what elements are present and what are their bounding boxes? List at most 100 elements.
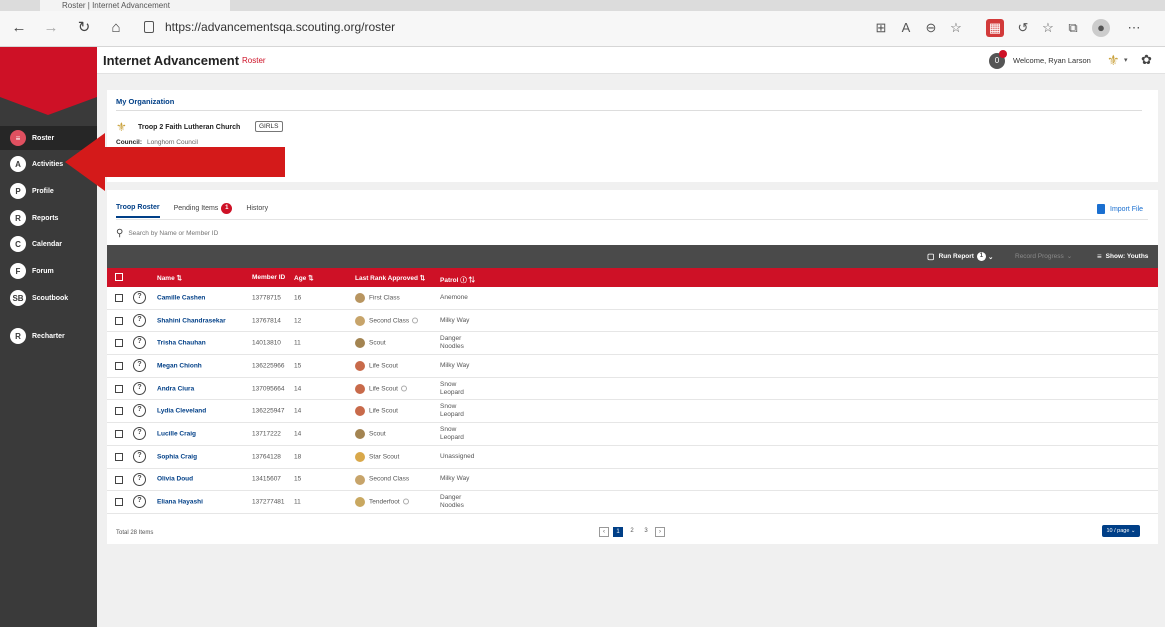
tab-history[interactable]: History <box>246 203 268 218</box>
scout-avatar-icon: ? <box>133 472 146 486</box>
gear-icon[interactable]: ✿ <box>1141 52 1152 68</box>
next-page-button[interactable]: › <box>655 527 665 537</box>
sidebar-item-forum[interactable]: F Forum <box>0 259 97 283</box>
member-name[interactable]: Lydia Cleveland <box>157 408 206 415</box>
member-name[interactable]: Eliana Hayashi <box>157 499 203 506</box>
prev-page-button[interactable]: ‹ <box>599 527 609 537</box>
rank-badge-icon <box>355 383 365 394</box>
member-id: 137277481 <box>252 498 285 506</box>
rank-label: First Class <box>369 294 400 302</box>
info-icon[interactable] <box>400 385 407 392</box>
sort-icon: ⇅ <box>419 275 426 282</box>
rank-label: Star Scout <box>369 453 400 461</box>
table-row[interactable]: ? Trisha Chauhan 14013810 11 Scout Dange… <box>107 332 1158 356</box>
table-row[interactable]: ? Andra Ciura 137095664 14 Life Scout Sn… <box>107 378 1158 401</box>
member-rank: Life Scout <box>369 408 398 415</box>
page-1-button[interactable]: 1 <box>613 527 623 537</box>
collections-icon[interactable]: ⧉ <box>1064 19 1082 37</box>
member-name[interactable]: Megan Chionh <box>157 362 202 369</box>
sidebar-item-reports[interactable]: R Reports <box>0 206 97 230</box>
table-row[interactable]: ? Camille Cashen 13778715 16 First Class… <box>107 287 1158 310</box>
more-icon[interactable]: ⋯ <box>1125 19 1143 37</box>
table-row[interactable]: ? Lydia Cleveland 136225947 14 Life Scou… <box>107 400 1158 424</box>
show-filter-button[interactable]: ≡ Show: Youths <box>1097 252 1148 261</box>
sidebar-item-label: Roster <box>32 134 55 142</box>
table-row[interactable]: ? Olivia Doud 13415607 15 Second Class M… <box>107 469 1158 492</box>
zoom-icon[interactable]: ⊖ <box>922 19 940 37</box>
member-age: 14 <box>294 385 302 393</box>
column-header-last-rank[interactable]: Last Rank Approved ⇅ <box>355 274 425 282</box>
home-icon[interactable]: ⌂ <box>105 17 127 39</box>
member-name[interactable]: Andra Ciura <box>157 385 194 392</box>
table-row[interactable]: ? Shahini Chandrasekar 13767814 12 Secon… <box>107 310 1158 333</box>
scout-avatar-icon: ? <box>133 291 146 304</box>
info-icon[interactable] <box>412 317 419 324</box>
sidebar-item-scoutbook[interactable]: SB Scoutbook <box>0 286 97 310</box>
row-checkbox[interactable] <box>115 294 123 302</box>
column-header-name[interactable]: Name ⇅ <box>157 274 182 282</box>
table-row[interactable]: ? Sophia Craig 13764128 18 Star Scout Un… <box>107 446 1158 469</box>
favorite-icon[interactable]: ☆ <box>947 19 965 37</box>
select-all-checkbox[interactable] <box>115 273 123 281</box>
column-header-member-id[interactable]: Member ID <box>252 274 285 281</box>
rank-label: Scout <box>369 339 386 347</box>
extension-icon[interactable]: ▦ <box>986 19 1004 37</box>
page-2-button[interactable]: 2 <box>627 527 637 537</box>
table-row[interactable]: ? Eliana Hayashi 137277481 11 Tenderfoot… <box>107 491 1158 514</box>
sort-icon: ⇅ <box>308 275 314 282</box>
member-name[interactable]: Trisha Chauhan <box>157 340 206 347</box>
scout-avatar-icon: ? <box>133 313 146 327</box>
row-checkbox[interactable] <box>115 407 123 416</box>
row-checkbox[interactable] <box>115 316 123 325</box>
table-row[interactable]: ? Lucille Craig 13717222 14 Scout Snow L… <box>107 423 1158 446</box>
sidebar-item-recharter[interactable]: R Recharter <box>0 324 97 348</box>
import-file-button[interactable]: Import File <box>1097 204 1143 214</box>
table-row[interactable]: ? Megan Chionh 136225966 15 Life Scout M… <box>107 355 1158 378</box>
read-aloud-icon[interactable]: A <box>897 19 915 37</box>
profile-avatar-icon[interactable]: ● <box>1092 19 1110 37</box>
browser-tab[interactable]: Roster | Internet Advancement <box>40 0 230 11</box>
profile-icon: P <box>10 183 26 199</box>
chevron-down-icon[interactable]: ▾ <box>1124 56 1128 64</box>
run-report-button[interactable]: ▢ Run Report 1 ⌄ <box>927 252 993 261</box>
row-checkbox[interactable] <box>115 362 123 371</box>
member-name[interactable]: Olivia Doud <box>157 476 193 483</box>
member-age: 18 <box>294 453 302 461</box>
info-icon[interactable] <box>402 498 409 505</box>
organization-heading: My Organization <box>116 97 175 106</box>
rank-label: Scout <box>369 430 386 438</box>
member-rank: Second Class <box>369 317 419 324</box>
member-name[interactable]: Camille Cashen <box>157 294 205 301</box>
tab-label: Troop Roster <box>116 204 160 211</box>
member-name[interactable]: Lucille Craig <box>157 430 196 437</box>
column-header-patrol[interactable]: Patrol ⓘ ⇅ <box>440 274 475 284</box>
tab-troop-roster[interactable]: Troop Roster <box>116 203 160 218</box>
record-progress-button[interactable]: Record Progress ⌄ <box>1015 252 1072 261</box>
row-checkbox[interactable] <box>115 339 123 348</box>
column-header-age[interactable]: Age ⇅ <box>294 274 314 282</box>
address-bar[interactable]: https://advancementsqa.scouting.org/rost… <box>138 16 848 40</box>
table-header: Name ⇅ Member ID Age ⇅ Last Rank Approve… <box>107 268 1158 287</box>
refresh-extension-icon[interactable]: ↺ <box>1014 19 1032 37</box>
row-checkbox[interactable] <box>115 452 123 461</box>
member-name[interactable]: Shahini Chandrasekar <box>157 317 226 324</box>
fleur-de-lis-icon[interactable]: ⚜ <box>1107 52 1120 69</box>
row-checkbox[interactable] <box>115 475 123 484</box>
row-checkbox[interactable] <box>115 430 123 439</box>
back-icon[interactable]: ← <box>8 17 30 39</box>
roster-tabs: Troop Roster Pending Items 1 History <box>116 203 282 218</box>
search-input[interactable] <box>128 230 329 237</box>
member-name[interactable]: Sophia Craig <box>157 453 197 460</box>
forward-icon[interactable]: → <box>40 17 62 39</box>
sidebar-item-calendar[interactable]: C Calendar <box>0 232 97 256</box>
member-rank: Tenderfoot <box>369 499 409 506</box>
reload-icon[interactable]: ↻ <box>73 17 95 39</box>
page-3-button[interactable]: 3 <box>641 527 651 537</box>
row-checkbox[interactable] <box>115 498 123 507</box>
reader-icon[interactable]: ⊞ <box>872 19 890 37</box>
row-checkbox[interactable] <box>115 384 123 393</box>
per-page-select[interactable]: 10 / page ⌄ <box>1102 525 1140 537</box>
tab-pending-items[interactable]: Pending Items 1 <box>174 203 233 218</box>
favorites-bar-icon[interactable]: ☆ <box>1039 19 1057 37</box>
report-icon: ▢ <box>927 252 935 261</box>
